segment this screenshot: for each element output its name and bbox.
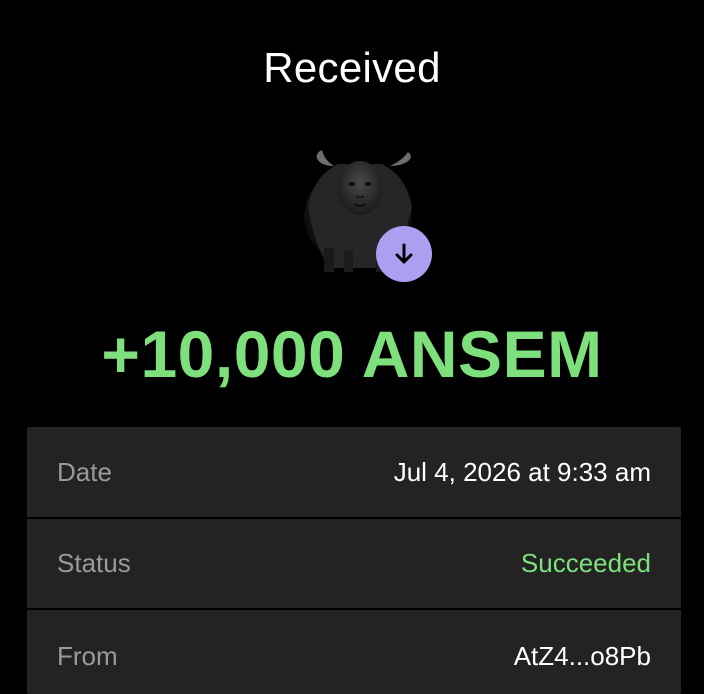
transaction-details: Date Jul 4, 2026 at 9:33 am Status Succe… xyxy=(27,427,681,694)
detail-row-date: Date Jul 4, 2026 at 9:33 am xyxy=(27,427,681,519)
from-address[interactable]: AtZ4...o8Pb xyxy=(514,641,651,672)
arrow-down-icon xyxy=(395,243,413,264)
amount-text: +10,000 ANSEM xyxy=(101,317,603,391)
page-title: Received xyxy=(263,44,441,91)
from-label: From xyxy=(57,641,118,671)
date-label: Date xyxy=(57,456,112,487)
status-value: Succeeded xyxy=(520,548,651,578)
detail-row-from[interactable]: From AtZ4...o8Pb xyxy=(27,611,681,694)
status-label: Status xyxy=(57,548,131,578)
detail-row-status: Status Succeeded xyxy=(27,519,681,610)
date-value: Jul 4, 2026 at 9:33 am xyxy=(393,456,651,487)
received-badge xyxy=(376,226,432,282)
token-avatar xyxy=(294,136,434,282)
